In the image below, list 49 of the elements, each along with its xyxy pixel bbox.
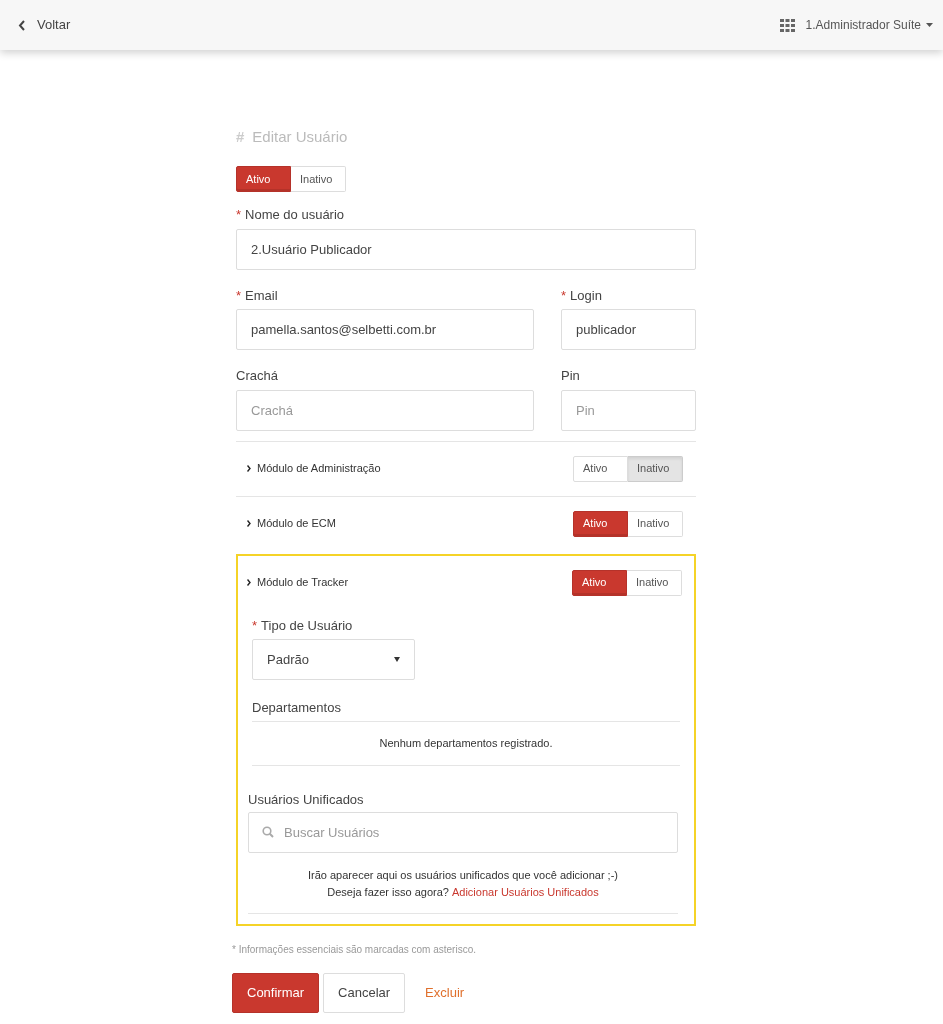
page-title: Editar Usuário (252, 126, 348, 147)
help-text: Irão aparecer aqui os usuários unificados que você adicionar ;-) (308, 868, 618, 883)
cancel-button[interactable]: Cancelar (323, 973, 406, 1013)
field-label: Login (570, 286, 602, 305)
input-field[interactable]: Crachá (236, 389, 534, 431)
input-field[interactable]: publicador (561, 309, 696, 350)
input-field[interactable]: pamella.santos@selbetti.com.br (236, 309, 534, 350)
add-users-link[interactable]: Adicionar Usuários Unificados (451, 884, 599, 901)
module-header[interactable]: Módulo de Tracker (247, 574, 349, 591)
back-link[interactable]: Voltar (18, 15, 71, 35)
select-field[interactable]: Padrão (252, 639, 415, 680)
chevron-right-icon (247, 520, 251, 527)
footnote: * Informações essenciais são marcadas com asterisco. (232, 943, 477, 957)
toggle-option[interactable]: Inativo (291, 166, 346, 192)
chevron-left-icon (18, 19, 26, 31)
toggle-option[interactable]: Ativo (572, 569, 627, 596)
section-heading: Usuários Unificados (248, 790, 365, 809)
caret-icon (926, 23, 933, 27)
toggle-option[interactable]: Inativo (628, 455, 683, 482)
module-header[interactable]: Módulo de ECM (247, 515, 336, 532)
search-field[interactable]: Buscar Usuários (248, 812, 678, 853)
hash-mark: # (236, 126, 245, 147)
section-heading: Departamentos (252, 698, 680, 722)
user-menu[interactable]: 1.Administrador Suíte (779, 16, 933, 34)
input-field[interactable]: Pin (561, 389, 696, 431)
confirm-button[interactable]: Confirmar (232, 973, 320, 1013)
chevron-right-icon (247, 579, 251, 586)
field-label: Pin (561, 367, 580, 385)
required-asterisk: * (236, 206, 242, 224)
grid-icon (779, 18, 795, 32)
search-icon (262, 826, 274, 838)
field-label: Tipo de Usuário (261, 616, 353, 635)
toggle-option[interactable]: Inativo (628, 510, 683, 537)
input-field[interactable]: 2.Usuário Publicador (236, 228, 696, 270)
required-asterisk: * (561, 286, 567, 305)
empty-message: Nenhum departamentos registrado. (379, 735, 553, 751)
field-label: Crachá (236, 367, 278, 385)
field-label: Nome do usuário (245, 206, 345, 224)
chevron-right-icon (247, 465, 251, 472)
help-text: Deseja fazer isso agora? (327, 885, 449, 900)
field-label: Email (245, 286, 278, 305)
toggle-option[interactable]: Inativo (627, 569, 682, 596)
module-header[interactable]: Módulo de Administração (247, 460, 381, 477)
toggle-option[interactable]: Ativo (573, 510, 628, 537)
toggle-option[interactable]: Ativo (236, 166, 291, 192)
caret-icon (394, 657, 400, 662)
required-asterisk: * (236, 286, 242, 305)
toggle-option[interactable]: Ativo (573, 455, 628, 482)
required-asterisk: * (252, 616, 258, 635)
